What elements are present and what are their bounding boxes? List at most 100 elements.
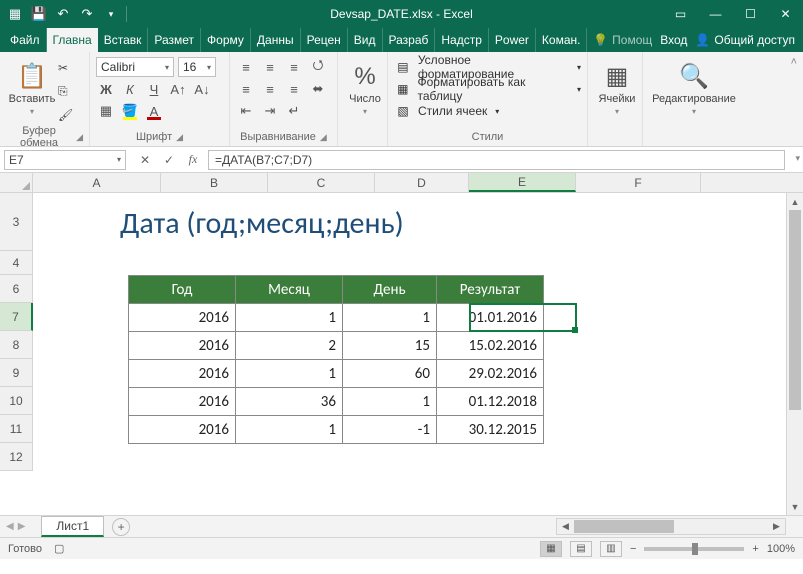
scroll-right-icon[interactable]: ▶ — [768, 519, 785, 534]
cell-D7[interactable]: 1 — [343, 304, 437, 332]
hscroll-thumb[interactable] — [574, 520, 674, 533]
signin-link[interactable]: Вход — [660, 33, 687, 47]
font-size-combo[interactable]: 16▾ — [178, 57, 216, 77]
tab-layout[interactable]: Размет — [148, 28, 201, 52]
cell-D11[interactable]: -1 — [343, 416, 437, 444]
cell-styles-button[interactable]: ▧Стили ячеек▾ — [394, 100, 581, 122]
view-normal-icon[interactable]: ▦ — [540, 541, 562, 557]
bold-button[interactable]: Ж — [96, 79, 116, 99]
font-color-icon[interactable]: A — [144, 101, 164, 121]
row-header-3[interactable]: 3 — [0, 193, 33, 251]
row-header-9[interactable]: 9 — [0, 359, 33, 387]
view-page-break-icon[interactable]: ▥ — [600, 541, 622, 557]
tab-data[interactable]: Данны — [251, 28, 301, 52]
cell-B7[interactable]: 2016 — [129, 304, 236, 332]
borders-icon[interactable]: ▦ — [96, 101, 116, 121]
zoom-handle[interactable] — [692, 543, 698, 555]
italic-button[interactable]: К — [120, 79, 140, 99]
redo-icon[interactable]: ↷ — [78, 5, 96, 23]
dialog-launcher-icon[interactable]: ◢ — [76, 132, 83, 143]
accept-formula-icon[interactable]: ✓ — [158, 150, 180, 170]
cut-icon[interactable]: ✂ — [58, 61, 73, 75]
zoom-out-button[interactable]: − — [630, 543, 636, 555]
col-header-C[interactable]: C — [268, 173, 375, 192]
formula-bar[interactable]: =ДАТА(B7;C7;D7) ▾ — [208, 150, 785, 170]
cell-D9[interactable]: 60 — [343, 360, 437, 388]
align-left-icon[interactable]: ≡ — [236, 79, 256, 99]
tab-power[interactable]: Power — [489, 28, 536, 52]
cell-E8[interactable]: 15.02.2016 — [437, 332, 544, 360]
cell-B10[interactable]: 2016 — [129, 388, 236, 416]
col-header-A[interactable]: A — [33, 173, 161, 192]
zoom-slider[interactable] — [644, 547, 744, 551]
spreadsheet-grid[interactable]: A B C D E F 3 4 6 7 8 9 10 11 12 Дата (г… — [0, 173, 803, 515]
cell-C11[interactable]: 1 — [236, 416, 343, 444]
scroll-up-icon[interactable]: ▲ — [787, 193, 803, 210]
tab-file[interactable]: Файл — [4, 28, 47, 52]
decrease-font-icon[interactable]: A↓ — [192, 79, 212, 99]
editing-button[interactable]: 🔍 Редактирование ▾ — [649, 56, 739, 122]
row-header-10[interactable]: 10 — [0, 387, 33, 415]
collapse-ribbon-icon[interactable]: ˄ — [785, 52, 803, 146]
tab-view[interactable]: Вид — [348, 28, 383, 52]
scroll-left-icon[interactable]: ◀ — [557, 519, 574, 534]
cancel-formula-icon[interactable]: ✕ — [134, 150, 156, 170]
tell-me[interactable]: 💡Помощ — [593, 33, 652, 47]
expand-formula-icon[interactable]: ▾ — [795, 153, 800, 164]
cell-C8[interactable]: 2 — [236, 332, 343, 360]
decrease-indent-icon[interactable]: ⇤ — [236, 101, 256, 121]
row-header-6[interactable]: 6 — [0, 275, 33, 303]
row-header-11[interactable]: 11 — [0, 415, 33, 443]
cell-B8[interactable]: 2016 — [129, 332, 236, 360]
maximize-button[interactable]: ☐ — [733, 0, 768, 28]
cell-E10[interactable]: 01.12.2018 — [437, 388, 544, 416]
align-bottom-icon[interactable]: ≡ — [284, 57, 304, 77]
tab-home[interactable]: Главна — [47, 28, 98, 52]
cell-E9[interactable]: 29.02.2016 — [437, 360, 544, 388]
col-header-E[interactable]: E — [469, 173, 576, 192]
align-center-icon[interactable]: ≡ — [260, 79, 280, 99]
save-icon[interactable]: 💾 — [30, 5, 48, 23]
cell-D10[interactable]: 1 — [343, 388, 437, 416]
cell-C9[interactable]: 1 — [236, 360, 343, 388]
underline-button[interactable]: Ч — [144, 79, 164, 99]
copy-icon[interactable]: ⎘ — [58, 84, 73, 99]
cells-button[interactable]: ▦ Ячейки ▾ — [594, 56, 640, 122]
format-as-table-button[interactable]: ▦Форматировать как таблицу▾ — [394, 78, 581, 100]
sheet-tab-active[interactable]: Лист1 — [41, 516, 104, 537]
row-header-8[interactable]: 8 — [0, 331, 33, 359]
name-box[interactable]: E7▾ — [4, 150, 126, 170]
share-button[interactable]: 👤Общий доступ — [695, 33, 795, 47]
scroll-down-icon[interactable]: ▼ — [787, 498, 803, 515]
number-format-button[interactable]: % Число ▾ — [344, 56, 386, 122]
grid-body[interactable]: 3 4 6 7 8 9 10 11 12 Дата (год;месяц;ден… — [0, 193, 803, 515]
cell-E7[interactable]: 01.01.2016 — [437, 304, 544, 332]
merge-icon[interactable]: ⬌ — [308, 79, 328, 99]
font-name-combo[interactable]: Calibri▾ — [96, 57, 174, 77]
scroll-thumb[interactable] — [789, 210, 801, 410]
horizontal-scrollbar[interactable]: ◀ ▶ — [556, 518, 786, 535]
dialog-launcher-icon[interactable]: ◢ — [176, 132, 183, 143]
select-all-corner[interactable] — [0, 173, 33, 192]
close-button[interactable]: ✕ — [768, 0, 803, 28]
fill-color-icon[interactable]: 🪣 — [120, 101, 140, 121]
zoom-level[interactable]: 100% — [767, 543, 795, 555]
col-header-B[interactable]: B — [161, 173, 268, 192]
ribbon-options-icon[interactable]: ▭ — [663, 0, 698, 28]
undo-icon[interactable]: ↶ — [54, 5, 72, 23]
row-header-4[interactable]: 4 — [0, 251, 33, 275]
tab-review[interactable]: Рецен — [301, 28, 348, 52]
sheet-nav[interactable]: ◀▶ — [6, 521, 25, 532]
vertical-scrollbar[interactable]: ▲ ▼ — [786, 193, 803, 515]
increase-font-icon[interactable]: A↑ — [168, 79, 188, 99]
minimize-button[interactable]: ― — [698, 0, 733, 28]
align-middle-icon[interactable]: ≡ — [260, 57, 280, 77]
cell-B11[interactable]: 2016 — [129, 416, 236, 444]
cell-C7[interactable]: 1 — [236, 304, 343, 332]
fx-icon[interactable]: fx — [182, 150, 204, 170]
row-header-7[interactable]: 7 — [0, 303, 33, 331]
format-painter-icon[interactable]: 🖌 — [58, 108, 73, 122]
view-page-layout-icon[interactable]: ▤ — [570, 541, 592, 557]
tab-addins[interactable]: Надстр — [435, 28, 489, 52]
increase-indent-icon[interactable]: ⇥ — [260, 101, 280, 121]
